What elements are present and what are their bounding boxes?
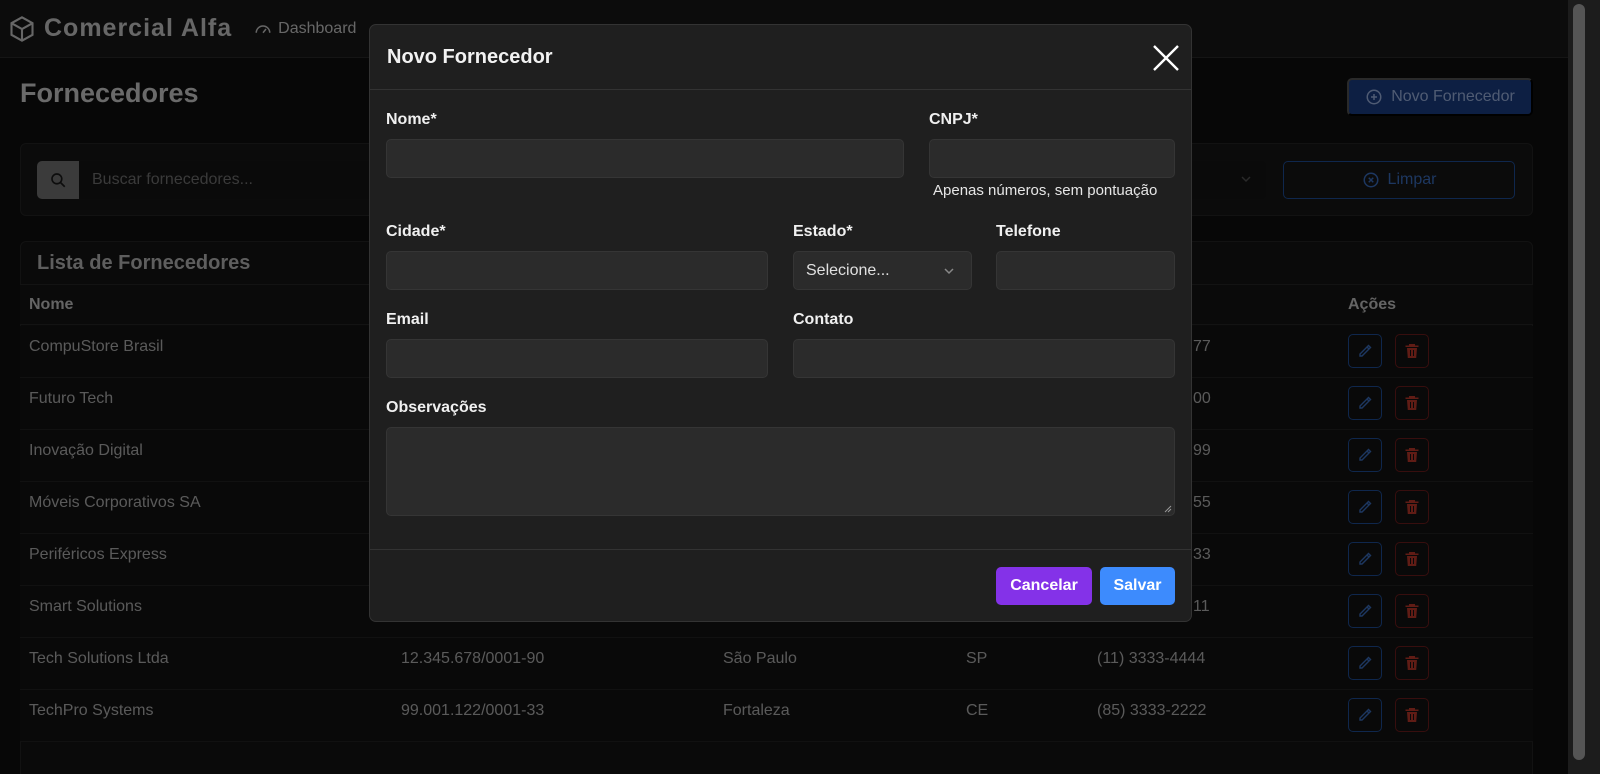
email-input[interactable] — [386, 339, 768, 378]
resize-handle-icon[interactable] — [1164, 505, 1172, 513]
cidade-input[interactable] — [386, 251, 768, 290]
modal-footer-divider — [370, 549, 1191, 550]
save-button[interactable]: Salvar — [1100, 567, 1175, 605]
telefone-label: Telefone — [996, 223, 1061, 240]
cnpj-input[interactable] — [929, 139, 1175, 178]
modal-header-divider — [370, 89, 1191, 90]
modal-title: Novo Fornecedor — [387, 46, 553, 68]
observacoes-label: Observações — [386, 399, 487, 416]
telefone-input[interactable] — [996, 251, 1175, 290]
contato-label: Contato — [793, 311, 854, 328]
chevron-down-icon — [944, 268, 954, 275]
new-supplier-modal: Novo Fornecedor Nome* CNPJ* Apenas númer… — [369, 24, 1192, 622]
estado-selected-value: Selecione... — [806, 261, 890, 279]
estado-label: Estado* — [793, 223, 853, 240]
contato-input[interactable] — [793, 339, 1175, 378]
page-scrollbar-thumb[interactable] — [1573, 4, 1585, 760]
cnpj-label: CNPJ* — [929, 111, 978, 128]
cancel-button[interactable]: Cancelar — [996, 567, 1092, 605]
estado-select[interactable]: Selecione... — [793, 251, 972, 290]
cidade-label: Cidade* — [386, 223, 446, 240]
nome-label: Nome* — [386, 111, 437, 128]
close-icon[interactable] — [1150, 42, 1182, 74]
nome-input[interactable] — [386, 139, 904, 178]
observacoes-textarea[interactable] — [386, 427, 1175, 516]
cnpj-hint: Apenas números, sem pontuação — [933, 182, 1158, 199]
email-label: Email — [386, 311, 429, 328]
